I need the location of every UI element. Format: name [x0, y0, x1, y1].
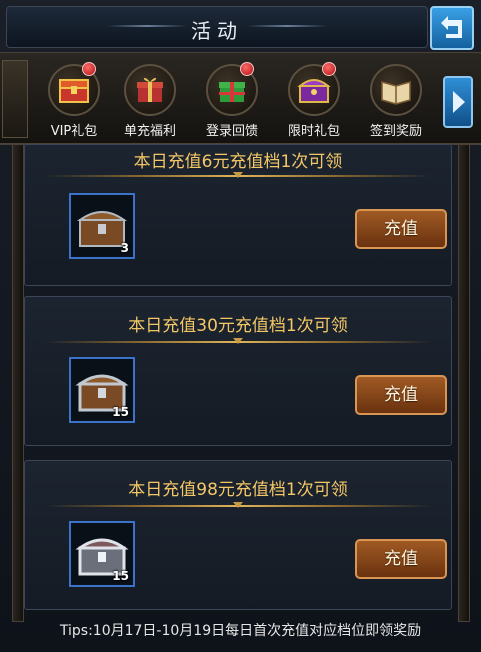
tabs-next-arrow-button[interactable]	[443, 76, 473, 128]
title-bar: 活动	[6, 6, 428, 48]
item-quantity: 15	[112, 405, 129, 419]
reward-panel: 本日充值30元充值档1次可领 15 充值	[24, 296, 452, 446]
tab-label: 登录回馈	[205, 124, 258, 139]
title-divider	[45, 172, 431, 178]
reward-title: 本日充值98元充值档1次可领	[128, 480, 348, 500]
right-frame-bar	[458, 144, 470, 622]
reward-title: 本日充值30元充值档1次可领	[128, 316, 348, 336]
tab-label: VIP礼包	[50, 124, 98, 139]
tab-vip-gift[interactable]: VIP礼包	[36, 60, 112, 140]
tab-label: 限时礼包	[287, 124, 340, 139]
item-quantity: 15	[112, 569, 129, 583]
title-divider	[45, 338, 431, 344]
return-arrow-icon	[441, 16, 462, 38]
page-title: 活动	[191, 19, 243, 43]
tab-label: 单充福利	[123, 124, 176, 139]
left-frame-bar	[12, 144, 24, 622]
tab-limited-gift[interactable]: 限时礼包	[276, 60, 352, 140]
notification-dot	[240, 62, 254, 76]
title-divider	[45, 502, 431, 508]
reward-title: 本日充值6元充值档1次可领	[133, 152, 343, 172]
reward-panel: 本日充值98元充值档1次可领 15 充值	[24, 460, 452, 610]
reward-item-slot[interactable]: 15	[69, 521, 135, 587]
tab-single-recharge[interactable]: 单充福利	[112, 60, 188, 140]
reward-panel: 本日充值6元充值档1次可领 3 充值	[24, 144, 452, 286]
recharge-button[interactable]: 充值	[355, 539, 447, 579]
reward-item-slot[interactable]: 3	[69, 193, 135, 259]
notification-dot	[322, 62, 336, 76]
tab-label: 签到奖励	[369, 124, 422, 139]
back-button[interactable]	[430, 6, 474, 50]
book-icon	[370, 64, 422, 116]
tab-checkin-reward[interactable]: 签到奖励	[358, 60, 434, 140]
recharge-button[interactable]: 充值	[355, 209, 447, 249]
notification-dot	[82, 62, 96, 76]
tips-text: Tips:10月17日-10月19日每日首次充值对应档位即领奖励	[59, 623, 422, 639]
gift-box-icon	[124, 64, 176, 116]
recharge-button[interactable]: 充值	[355, 375, 447, 415]
reward-item-slot[interactable]: 15	[69, 357, 135, 423]
tab-login-reward[interactable]: 登录回馈	[194, 60, 270, 140]
left-ornament	[2, 60, 28, 138]
title-ornament-right	[247, 25, 327, 27]
item-quantity: 3	[120, 241, 129, 255]
